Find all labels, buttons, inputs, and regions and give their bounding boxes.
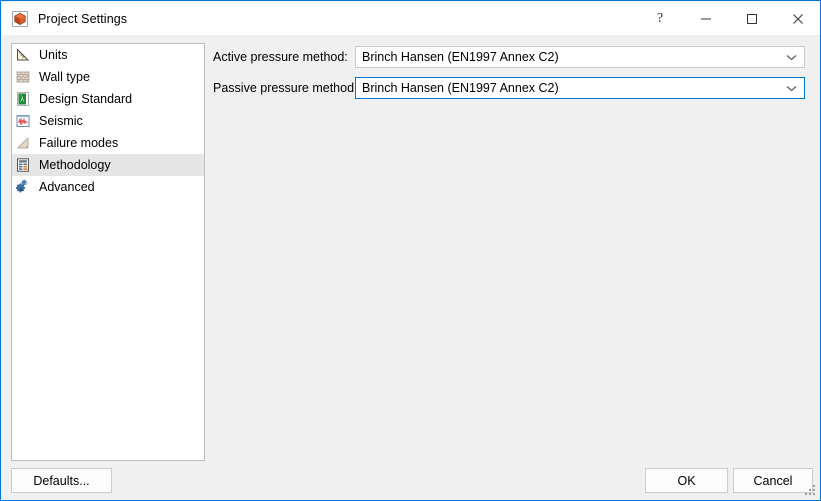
seismograph-icon xyxy=(15,113,31,129)
window-controls: ? xyxy=(637,2,820,35)
close-icon xyxy=(793,13,803,24)
minimize-button[interactable] xyxy=(683,2,729,35)
dialog-body: Units Wall type λ Design Standard Seismi… xyxy=(2,35,820,500)
defaults-button[interactable]: Defaults... xyxy=(11,468,112,493)
svg-text:λ: λ xyxy=(20,95,24,104)
brick-wall-icon xyxy=(15,69,31,85)
app-cube-icon xyxy=(11,10,29,28)
sidebar-item-seismic[interactable]: Seismic xyxy=(12,110,204,132)
sidebar-item-methodology[interactable]: Methodology xyxy=(12,154,204,176)
sidebar-item-label: Advanced xyxy=(39,180,95,194)
passive-pressure-method-label: Passive pressure method: xyxy=(213,81,358,95)
maximize-icon xyxy=(747,13,757,24)
close-button[interactable] xyxy=(775,2,820,35)
help-button[interactable]: ? xyxy=(637,2,683,35)
lambda-doc-icon: λ xyxy=(15,91,31,107)
settings-category-list[interactable]: Units Wall type λ Design Standard Seismi… xyxy=(11,43,205,461)
maximize-button[interactable] xyxy=(729,2,775,35)
ok-button[interactable]: OK xyxy=(645,468,728,493)
sidebar-item-label: Seismic xyxy=(39,114,83,128)
minimize-icon xyxy=(701,18,711,19)
resize-grip[interactable] xyxy=(805,485,817,497)
sidebar-item-failure-modes[interactable]: Failure modes xyxy=(12,132,204,154)
gears-icon xyxy=(15,179,31,195)
sidebar-item-label: Failure modes xyxy=(39,136,119,150)
sidebar-item-label: Wall type xyxy=(39,70,90,84)
sidebar-item-units[interactable]: Units xyxy=(12,44,204,66)
title-bar: Project Settings ? xyxy=(2,2,820,35)
sidebar-item-design-standard[interactable]: λ Design Standard xyxy=(12,88,204,110)
active-pressure-method-dropdown[interactable]: Brinch Hansen (EN1997 Annex C2) xyxy=(355,46,805,68)
window-title: Project Settings xyxy=(38,11,128,26)
passive-pressure-method-row: Passive pressure method: Brinch Hansen (… xyxy=(213,77,813,99)
passive-pressure-method-value: Brinch Hansen (EN1997 Annex C2) xyxy=(362,81,559,95)
active-pressure-method-label: Active pressure method: xyxy=(213,50,348,64)
passive-pressure-method-dropdown[interactable]: Brinch Hansen (EN1997 Annex C2) xyxy=(355,77,805,99)
settings-pane-methodology: Active pressure method: Brinch Hansen (E… xyxy=(205,35,820,500)
active-pressure-method-value: Brinch Hansen (EN1997 Annex C2) xyxy=(362,50,559,64)
set-square-icon xyxy=(15,47,31,63)
sidebar-item-label: Units xyxy=(39,48,68,62)
sidebar-item-advanced[interactable]: Advanced xyxy=(12,176,204,198)
chevron-down-icon xyxy=(786,78,797,98)
soil-wedge-icon xyxy=(15,135,31,151)
sidebar-item-label: Methodology xyxy=(39,158,111,172)
chevron-down-icon xyxy=(786,47,797,67)
sidebar-item-wall-type[interactable]: Wall type xyxy=(12,66,204,88)
question-mark-icon: ? xyxy=(656,10,664,26)
active-pressure-method-row: Active pressure method: Brinch Hansen (E… xyxy=(213,46,813,68)
sidebar-item-label: Design Standard xyxy=(39,92,133,106)
cancel-button[interactable]: Cancel xyxy=(733,468,813,493)
project-settings-dialog: Project Settings ? Units Wall type λ Des… xyxy=(0,0,821,501)
table-grid-icon xyxy=(15,157,31,173)
